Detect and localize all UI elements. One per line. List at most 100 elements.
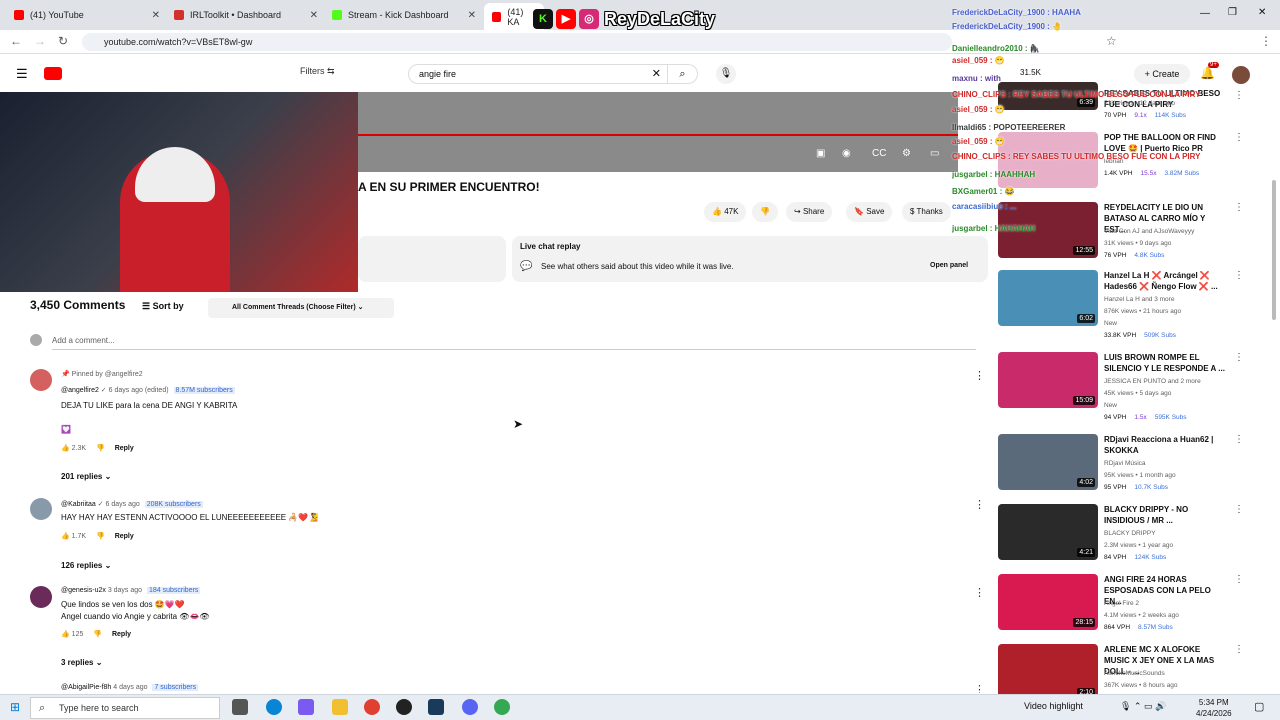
back-icon[interactable]: ← — [10, 34, 22, 48]
reload-icon[interactable]: ↻ — [58, 34, 68, 48]
recommended-video[interactable]: 15:09 LUIS BROWN ROMPE EL SILENCIO Y LE R… — [998, 352, 1268, 421]
close-tab-icon[interactable]: ✕ — [310, 10, 318, 21]
tab-youtube[interactable]: (41) YouTube ✕ — [6, 4, 166, 26]
copilot-icon[interactable] — [298, 699, 314, 715]
video-highlight-label[interactable]: Video highlight — [1024, 701, 1083, 711]
tab-kick[interactable]: Stream - Kick Dashboard ✕ — [324, 4, 482, 26]
video-player[interactable]: ▣ ◉ CC ⚙ ▭ — [358, 92, 958, 172]
recommended-video-title[interactable]: RDjavi Reacciona a Huan62 | SKOKKA — [1104, 434, 1228, 456]
recommended-video-title[interactable]: Hanzel La H ❌ Arcángel ❌ Hades66 ❌ Ñengo… — [1104, 270, 1228, 292]
progress-bar[interactable] — [358, 134, 958, 136]
avatar[interactable] — [30, 498, 52, 520]
add-comment-input[interactable]: Add a comment... — [52, 336, 976, 350]
mic-icon[interactable]: 🎙 — [716, 64, 736, 84]
recommended-video[interactable]: 6:02 Hanzel La H ❌ Arcángel ❌ Hades66 ❌ Ñ… — [998, 270, 1268, 339]
thanks-button[interactable]: $ Thanks — [902, 202, 951, 222]
hamburger-menu-icon[interactable]: ☰ — [16, 66, 28, 82]
create-button[interactable]: + Create — [1134, 64, 1190, 84]
comment-author[interactable]: @angelfire2 — [61, 387, 99, 394]
notifications-bell-icon[interactable]: 🔔 — [1200, 66, 1215, 80]
more-options-icon[interactable]: ⋮ — [1234, 202, 1244, 213]
miniplayer-icon[interactable]: ▣ — [816, 148, 825, 159]
captions-icon[interactable]: CC — [872, 148, 886, 159]
video-thumbnail[interactable]: 28:15 — [998, 574, 1098, 630]
reply-button[interactable]: Reply — [112, 631, 131, 638]
video-thumbnail[interactable]: 6:02 — [998, 270, 1098, 326]
theater-icon[interactable]: ▭ — [930, 148, 939, 159]
video-thumbnail[interactable]: 4:21 — [998, 504, 1098, 560]
open-panel-button[interactable]: Open panel — [930, 262, 968, 269]
chrome-active-icon[interactable] — [494, 699, 510, 715]
recommended-video-title[interactable]: BLACKY DRIPPY - NO INSIDIOUS / MR ... — [1104, 504, 1228, 526]
like-icon[interactable]: 👍 — [61, 533, 70, 540]
filters-button[interactable]: Filters ⇆ — [300, 66, 335, 77]
recommended-video[interactable]: 12:55 REYDELACITY LE DIO UN BATASO AL CAR… — [998, 202, 1268, 264]
clear-search-icon[interactable]: ✕ — [652, 65, 661, 83]
settings-gear-icon[interactable]: ⚙ — [902, 148, 911, 159]
comment-author[interactable]: @Kabriitaa — [61, 501, 96, 508]
close-tab-icon[interactable]: ✕ — [152, 10, 160, 21]
avatar[interactable] — [1232, 66, 1250, 84]
recommended-video[interactable]: POP THE BALLOON OR FIND LOVE 🤩 | Puerto … — [998, 132, 1268, 194]
more-options-icon[interactable]: ⋮ — [1234, 574, 1244, 585]
comment-filter-dropdown[interactable]: All Comment Threads (Choose Filter) ⌄ — [208, 298, 394, 318]
recommended-video-title[interactable]: LUIS BROWN ROMPE EL SILENCIO Y LE RESPON… — [1104, 352, 1228, 374]
restore-icon[interactable]: ❐ — [1228, 7, 1237, 18]
close-tab-icon[interactable]: ✕ — [468, 10, 476, 21]
recommended-video[interactable]: 28:15 ANGI FIRE 24 HORAS ESPOSADAS CON LA… — [998, 574, 1268, 636]
share-button[interactable]: ↪ Share — [786, 202, 833, 222]
discord-icon[interactable] — [462, 699, 478, 715]
comment-author[interactable]: @AbigailPie-f8h — [61, 684, 111, 691]
file-explorer-icon[interactable] — [332, 699, 348, 715]
more-options-icon[interactable]: ⋮ — [1234, 132, 1244, 143]
video-thumbnail[interactable]: 4:02 — [998, 434, 1098, 490]
more-options-icon[interactable]: ⋮ — [974, 586, 985, 599]
taskbar-clock[interactable]: 5:34 PM 4/24/2026 — [1196, 697, 1232, 719]
view-replies-button[interactable]: 201 replies ⌄ — [61, 472, 111, 481]
chrome-icon[interactable] — [364, 699, 380, 715]
like-button[interactable]: 👍 47K — [704, 202, 747, 222]
windows-start-icon[interactable]: ⊞ — [10, 700, 20, 714]
dislike-icon[interactable]: 👎 — [96, 533, 105, 540]
tab-irltoolkit[interactable]: IRLToolkit • Dashboard ✕ — [166, 4, 324, 26]
search-input[interactable]: angie fire ✕ — [408, 64, 668, 84]
save-button[interactable]: 🔖 Save — [846, 202, 893, 222]
recommended-video-title[interactable]: POP THE BALLOON OR FIND LOVE 🤩 | Puerto … — [1104, 132, 1228, 154]
youtube-logo-icon[interactable] — [44, 67, 62, 80]
avatar[interactable] — [30, 369, 52, 391]
bookmark-star-icon[interactable]: ☆ — [1106, 34, 1117, 48]
notification-center-icon[interactable]: ▢ — [1254, 700, 1264, 713]
url-field[interactable]: youtube.com/watch?v=VBsET8wl-gw — [82, 33, 952, 51]
recommended-video[interactable]: 4:02 RDjavi Reacciona a Huan62 | SKOKKA RD… — [998, 434, 1268, 496]
scrollbar[interactable] — [1272, 180, 1276, 320]
dislike-icon[interactable]: 👎 — [93, 631, 102, 638]
steam-icon[interactable] — [428, 699, 444, 715]
more-options-icon[interactable]: ⋮ — [1234, 352, 1244, 363]
more-options-icon[interactable]: ⋮ — [1234, 90, 1244, 101]
more-options-icon[interactable]: ⋮ — [1234, 270, 1244, 281]
obs-icon[interactable] — [396, 699, 412, 715]
reply-button[interactable]: Reply — [115, 445, 134, 452]
close-window-icon[interactable]: ✕ — [1258, 7, 1266, 18]
like-icon[interactable]: 👍 — [61, 445, 70, 452]
autoplay-toggle[interactable]: ◉ — [842, 148, 851, 159]
edge-icon[interactable] — [266, 699, 282, 715]
minimize-icon[interactable]: — — [1200, 8, 1210, 19]
menu-icon[interactable]: ⋮ — [1260, 34, 1272, 48]
dislike-icon[interactable]: 👎 — [96, 445, 105, 452]
sort-by-button[interactable]: ☰ Sort by — [142, 301, 184, 312]
recommended-video[interactable]: 4:21 BLACKY DRIPPY - NO INSIDIOUS / MR ..… — [998, 504, 1268, 566]
comment-author[interactable]: @genesis-u2x — [61, 587, 106, 594]
more-options-icon[interactable]: ⋮ — [1234, 504, 1244, 515]
view-replies-button[interactable]: 126 replies ⌄ — [61, 561, 111, 570]
more-options-icon[interactable]: ⋮ — [1234, 434, 1244, 445]
more-options-icon[interactable]: ⋮ — [974, 498, 985, 511]
more-options-icon[interactable]: ⋮ — [974, 369, 985, 382]
dislike-button[interactable]: 👎 — [752, 202, 778, 222]
taskbar-search-input[interactable]: ⌕ Type here to search — [30, 697, 220, 719]
task-view-icon[interactable] — [232, 699, 248, 715]
more-options-icon[interactable]: ⋮ — [974, 683, 980, 693]
description-box[interactable] — [358, 236, 506, 282]
video-thumbnail[interactable]: 2:10 — [998, 644, 1098, 700]
reply-button[interactable]: Reply — [115, 533, 134, 540]
